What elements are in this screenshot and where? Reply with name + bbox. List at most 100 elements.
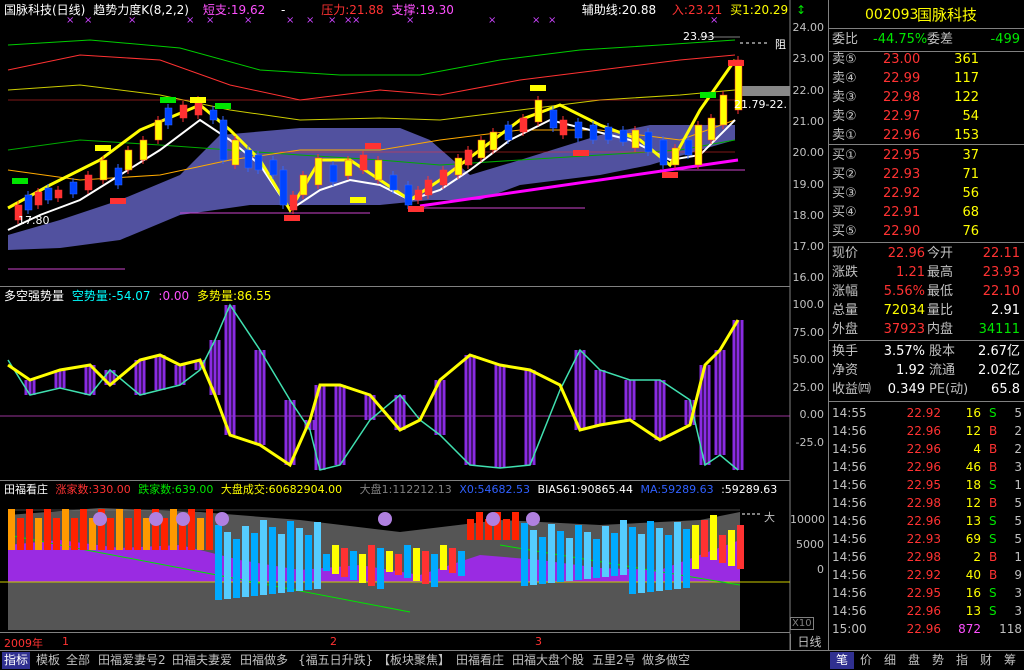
candle-body xyxy=(414,189,423,201)
x0-value: X0:54682.53 xyxy=(459,483,531,496)
tick-row[interactable]: 14:56 22.95 16 S 3 xyxy=(829,584,1024,602)
tick-row[interactable]: 14:56 22.93 69 S 5 xyxy=(829,530,1024,548)
sell-level-label: 卖② xyxy=(832,109,857,124)
tick-side: B xyxy=(989,550,998,564)
tick-time: 14:56 xyxy=(832,568,867,582)
tick-time: 14:56 xyxy=(832,586,867,600)
candle-body xyxy=(374,159,383,181)
panel-tab-1[interactable]: 价 xyxy=(854,652,878,669)
sell-price: 22.96 xyxy=(883,128,921,143)
volume-bar xyxy=(395,554,402,575)
signal-marker xyxy=(350,197,366,203)
tick-price: 22.96 xyxy=(906,604,941,618)
tab-4[interactable]: 田福夫妻爱 xyxy=(170,652,234,669)
signal-marker xyxy=(284,215,300,221)
axis-tick-label: 50.00 xyxy=(792,353,825,366)
volume-bar xyxy=(188,509,195,550)
tick-row[interactable]: 14:55 22.92 16 S 5 xyxy=(829,404,1024,422)
axis-tick-label: 24.00 xyxy=(792,21,825,34)
divider xyxy=(829,340,1024,341)
toggle-arrow-icon[interactable]: ↕ xyxy=(796,3,806,17)
tab-7[interactable]: 【板块聚焦】 xyxy=(376,652,452,669)
tab-6[interactable]: {福五日升跌} xyxy=(296,652,375,669)
quote-row: 涨幅 5.56% 最低 22.10 xyxy=(829,282,1024,302)
buy-row: 买② 22.93 71 xyxy=(829,165,1024,185)
sell-row: 卖② 22.97 54 xyxy=(829,107,1024,127)
ma-value: MA:59289.63 xyxy=(640,483,714,496)
chart-area[interactable]: × × × × × × × × × × × × × × × × 国脉科技(日线) 趋势力度K(8,2,2) 短… xyxy=(0,0,828,650)
panel-tab-2[interactable]: 细 xyxy=(878,652,902,669)
panel-tab-4[interactable]: 势 xyxy=(926,652,950,669)
tab-1[interactable]: 模板 xyxy=(34,652,62,669)
tick-time: 14:56 xyxy=(832,496,867,510)
panel-tab-0[interactable]: 笔 xyxy=(830,652,854,669)
candle-body xyxy=(439,169,448,186)
pressure-value: 压力:21.88 xyxy=(321,3,384,17)
volume-bar xyxy=(368,545,375,586)
tick-row[interactable]: 14:56 22.96 46 B 3 xyxy=(829,458,1024,476)
sell-row: 卖① 22.96 153 xyxy=(829,126,1024,146)
tick-row[interactable]: 14:56 22.98 2 B 1 xyxy=(829,548,1024,566)
axis-tick-label: -25.0 xyxy=(795,435,824,449)
axis-tick-label: 0.00 xyxy=(799,408,825,421)
indicator-tab-bar: 指标 模板 全部 田福爱妻号2 田福夫妻爱 田福做多 {福五日升跌} 【板块聚焦】 田福看庄 田福… xyxy=(0,634,1024,670)
tick-side: S xyxy=(989,478,997,492)
empty-strength-value: 空势量:-54.07 xyxy=(71,289,151,303)
month-label-3: 3 xyxy=(535,635,542,648)
candle-body xyxy=(559,119,568,136)
candle-body xyxy=(684,139,693,156)
period-selector[interactable]: 日线 xyxy=(790,634,828,651)
panel-tab-7[interactable]: 筹 xyxy=(998,652,1022,669)
quote-row: 涨跌 1.21 最高 23.93 xyxy=(829,263,1024,283)
tick-count: 5 xyxy=(1014,406,1022,420)
candle-body xyxy=(454,157,463,176)
tab-9[interactable]: 田福大盘个股 xyxy=(510,652,586,669)
quote-value: 72034 xyxy=(883,303,925,318)
tick-row[interactable]: 14:56 22.98 12 B 5 xyxy=(829,494,1024,512)
quote-label: 涨跌 xyxy=(832,265,859,280)
tick-row[interactable]: 14:56 22.96 4 B 2 xyxy=(829,440,1024,458)
axis-tick-label: 17.00 xyxy=(792,240,825,254)
volume-bar xyxy=(278,534,285,593)
tick-row[interactable]: 14:56 22.96 12 B 2 xyxy=(829,422,1024,440)
candle-body xyxy=(99,159,108,181)
buy-volume: 37 xyxy=(962,148,979,163)
buy-volume: 56 xyxy=(962,186,979,201)
tab-5[interactable]: 田福做多 xyxy=(238,652,290,669)
tab-3[interactable]: 田福爱妻号2 xyxy=(96,652,168,669)
tick-count: 9 xyxy=(1014,568,1022,582)
tab-11[interactable]: 做多做空 xyxy=(640,652,692,669)
tick-volume: 2 xyxy=(973,550,981,564)
zoom-button[interactable]: X10 xyxy=(790,617,814,630)
volume-bar xyxy=(386,551,393,572)
candle-body xyxy=(631,129,640,149)
volume-bar xyxy=(719,535,726,563)
quote-label: 现价 xyxy=(832,246,859,261)
chart-canvas[interactable]: × × × × × × × × × × × × × × × × xyxy=(0,0,828,650)
tab-2[interactable]: 全部 xyxy=(64,652,92,669)
panel-tab-3[interactable]: 盘 xyxy=(902,652,926,669)
tab-0[interactable]: 指标 xyxy=(2,652,31,669)
quote-value: 22.11 xyxy=(982,246,1020,261)
tab-10[interactable]: 五里2号 xyxy=(590,652,638,669)
tab-8[interactable]: 田福看庄 xyxy=(454,652,506,669)
axis-tick-label: 22.00 xyxy=(792,83,825,97)
panel-tab-6[interactable]: 财 xyxy=(974,652,998,669)
volume-bar xyxy=(467,519,474,540)
volume-bar xyxy=(215,525,222,600)
volume-bar xyxy=(197,518,204,550)
tick-row[interactable]: 14:56 22.96 13 S 3 xyxy=(829,602,1024,620)
webi-row: 委比 -44.75% 委差 -499 xyxy=(829,30,1024,50)
tick-row[interactable]: 14:56 22.96 13 S 5 xyxy=(829,512,1024,530)
tick-side: B xyxy=(989,442,998,456)
tick-row[interactable]: 14:56 22.92 40 B 9 xyxy=(829,566,1024,584)
volume-bar xyxy=(413,548,420,581)
volume-bar xyxy=(701,520,708,557)
tick-row[interactable]: 14:56 22.95 18 S 1 xyxy=(829,476,1024,494)
axis-tick-label: 75.00 xyxy=(792,325,825,339)
panel-tab-5[interactable]: 指 xyxy=(950,652,974,669)
tick-row[interactable]: 15:00 22.96 872 118 xyxy=(829,620,1024,638)
axis-tick-label: 0 xyxy=(817,563,824,576)
buy-volume: 71 xyxy=(962,167,979,182)
signal-marker xyxy=(530,85,546,91)
